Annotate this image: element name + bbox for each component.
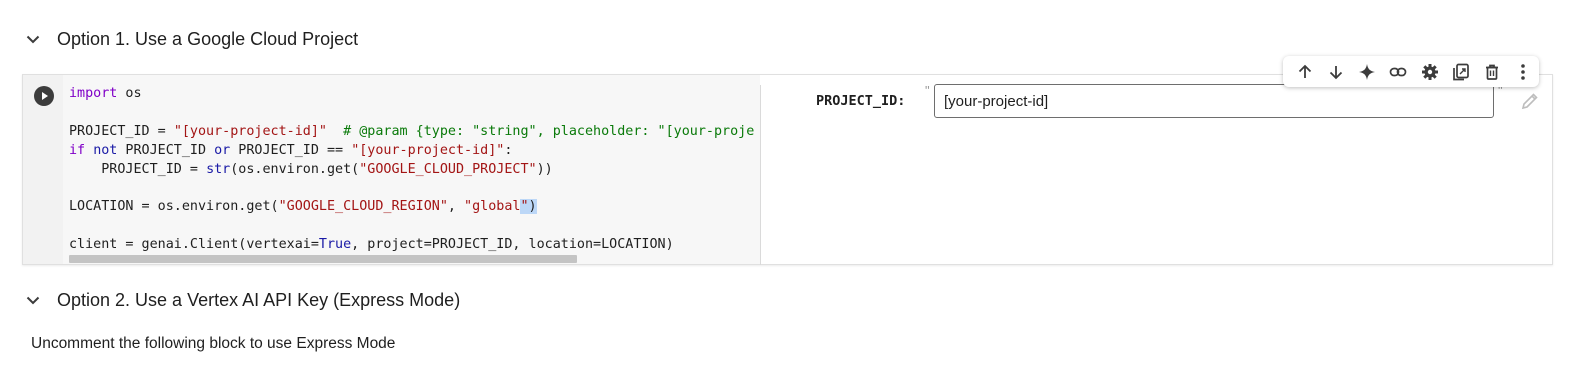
sparkle-icon <box>1359 63 1376 80</box>
code-builtin: str <box>206 161 231 177</box>
cell-gutter <box>23 75 63 264</box>
code-editor[interactable]: import os PROJECT_ID = "[your-project-id… <box>63 75 760 264</box>
mirror-cell-icon <box>1453 63 1469 80</box>
section-header-option-2: Option 2. Use a Vertex AI API Key (Expre… <box>22 289 460 311</box>
chevron-down-icon[interactable] <box>22 289 44 311</box>
code-bracket-highlight: ) <box>528 199 537 215</box>
code-keyword: not <box>93 142 118 158</box>
code-line-1: import os <box>69 86 142 101</box>
code-keyword: import <box>69 86 118 101</box>
link-icon <box>1390 67 1407 76</box>
move-cell-up-button[interactable] <box>1289 56 1320 87</box>
code-text-segment: PROJECT_ID = <box>69 123 174 139</box>
run-cell-button[interactable] <box>34 86 54 106</box>
code-comment: # @param {type: "string", placeholder: "… <box>327 123 755 139</box>
code-string: "GOOGLE_CLOUD_REGION" <box>278 199 448 215</box>
code-string: "GOOGLE_CLOUD_PROJECT" <box>359 161 537 177</box>
arrow-down-icon <box>1329 65 1343 79</box>
arrow-up-icon <box>1298 64 1311 78</box>
project-id-input[interactable] <box>934 84 1494 118</box>
code-text-segment: PROJECT_ID = <box>69 161 207 177</box>
code-keyword: or <box>214 142 231 158</box>
chevron-down-icon[interactable] <box>22 28 44 50</box>
more-options-button[interactable] <box>1508 56 1539 87</box>
quote-open: " <box>925 83 930 98</box>
ai-assist-button[interactable] <box>1352 56 1383 87</box>
cell-toolbar <box>1283 56 1539 87</box>
code-line-7: LOCATION = os.environ.get("GOOGLE_CLOUD_… <box>69 199 537 215</box>
trash-icon <box>1486 64 1499 80</box>
param-label: PROJECT_ID: <box>816 93 906 109</box>
code-builtin: True <box>318 237 352 253</box>
code-text: import os PROJECT_ID = "[your-project-id… <box>69 85 754 255</box>
section-title: Option 2. Use a Vertex AI API Key (Expre… <box>57 289 461 310</box>
section-header-option-1: Option 1. Use a Google Cloud Project <box>22 28 358 50</box>
more-vert-icon <box>1521 63 1526 80</box>
code-text-segment: )) <box>536 161 553 177</box>
pencil-icon[interactable] <box>1520 91 1540 116</box>
code-line-9: client = genai.Client(vertexai=True, pro… <box>69 237 674 252</box>
move-cell-down-button[interactable] <box>1320 56 1351 87</box>
code-line-3: PROJECT_ID = "[your-project-id]" # @para… <box>69 124 754 139</box>
code-string: "[your-project-id]" <box>351 142 505 158</box>
code-bracket-highlight: " <box>520 199 529 215</box>
form-panel: PROJECT_ID: " " <box>789 75 1552 264</box>
delete-cell-button[interactable] <box>1477 56 1508 87</box>
play-circle-icon <box>35 87 53 105</box>
code-text-segment: , project=PROJECT_ID, location=LOCATION) <box>351 237 674 253</box>
mirror-cell-button[interactable] <box>1445 56 1476 87</box>
code-keyword: if <box>69 142 86 158</box>
code-text-segment: : <box>504 142 513 158</box>
copy-link-button[interactable] <box>1383 56 1414 87</box>
code-text-segment: os <box>117 86 142 101</box>
code-line-4: if not PROJECT_ID or PROJECT_ID == "[you… <box>69 143 512 158</box>
section-title: Option 1. Use a Google Cloud Project <box>57 28 359 49</box>
gear-icon <box>1421 63 1438 80</box>
code-string: "[your-project-id]" <box>173 123 327 139</box>
code-text-segment: LOCATION = os.environ.get( <box>69 199 279 215</box>
code-text-segment: PROJECT_ID <box>117 142 215 158</box>
code-cell[interactable]: import os PROJECT_ID = "[your-project-id… <box>22 74 1553 265</box>
code-text-segment: PROJECT_ID == <box>230 142 352 158</box>
code-text-segment: , <box>447 199 465 215</box>
code-text-segment: client = genai.Client(vertexai= <box>69 237 319 253</box>
express-mode-instructions: Uncomment the following block to use Exp… <box>31 335 396 352</box>
code-line-5: PROJECT_ID = str(os.environ.get("GOOGLE_… <box>69 162 553 177</box>
cell-settings-button[interactable] <box>1414 56 1445 87</box>
code-form-divider[interactable] <box>760 85 761 265</box>
code-string: "global <box>464 199 521 215</box>
horizontal-scrollbar[interactable] <box>69 255 577 263</box>
code-text-segment: (os.environ.get( <box>230 161 360 177</box>
